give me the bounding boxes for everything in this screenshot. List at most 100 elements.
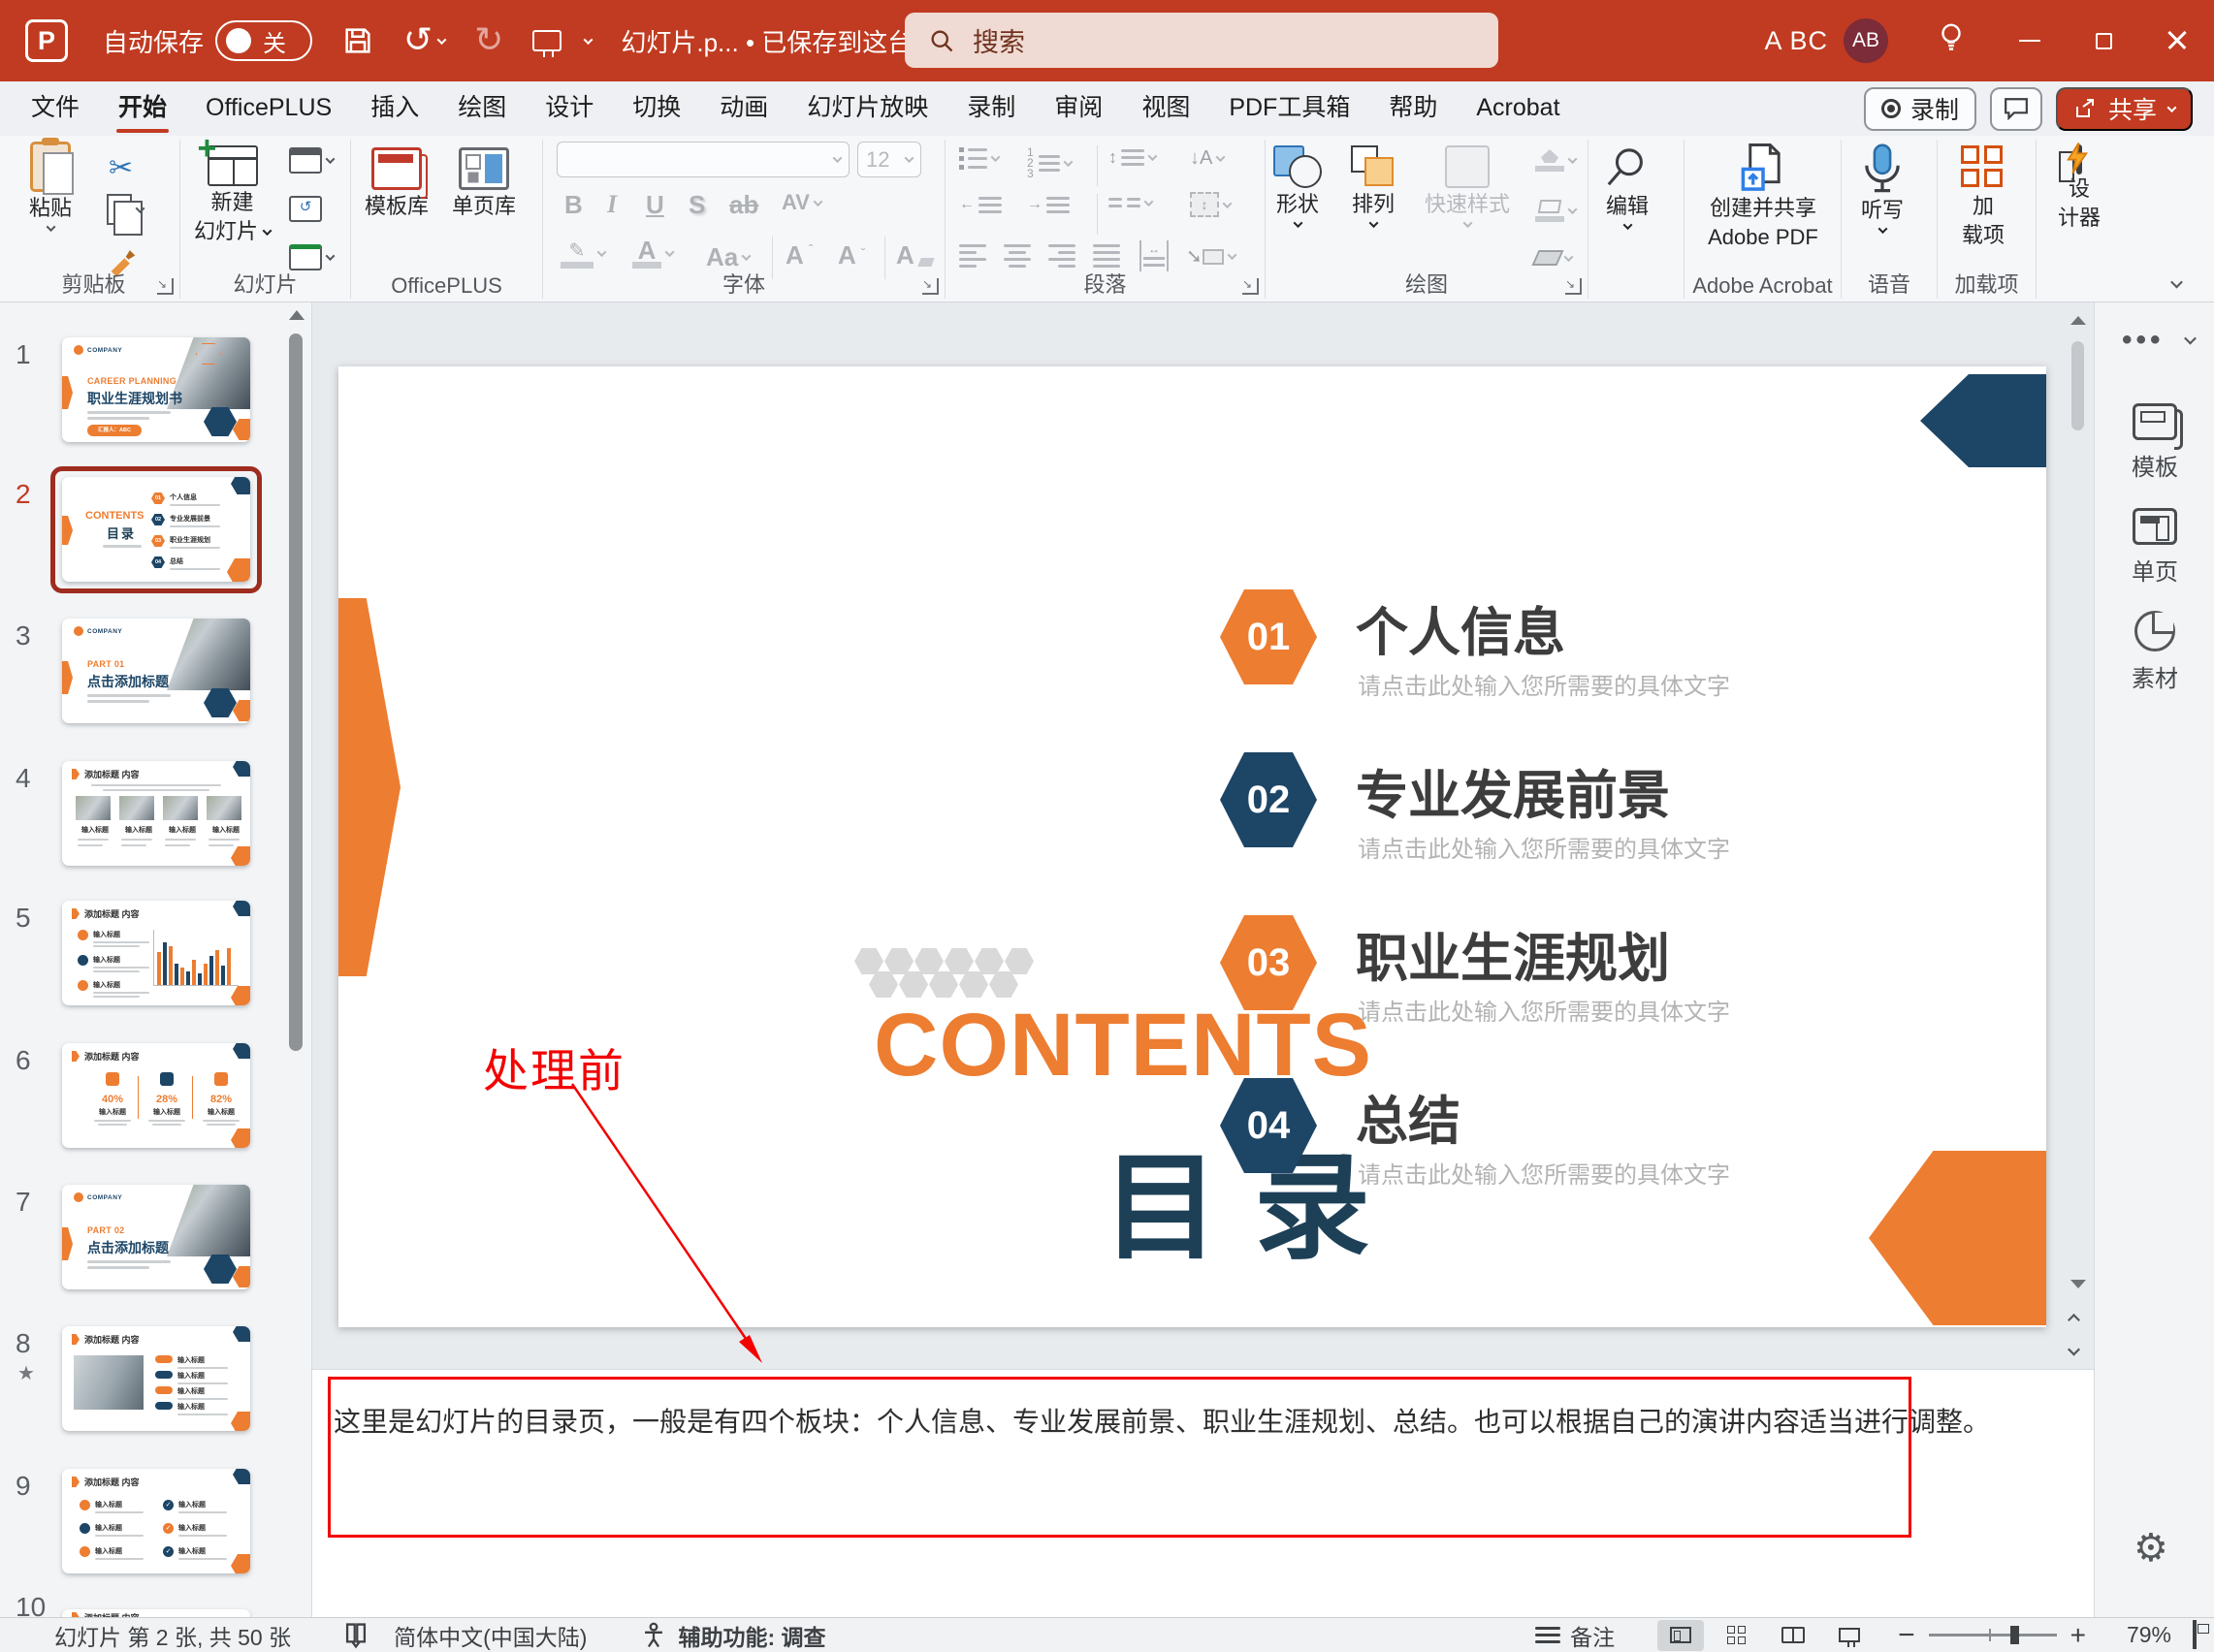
- quick-access-overflow[interactable]: [585, 38, 592, 45]
- search-input[interactable]: 搜索: [905, 13, 1498, 68]
- tab-review[interactable]: 审阅: [1035, 81, 1122, 136]
- convert-smartart-button[interactable]: ➘: [1186, 244, 1235, 269]
- slide-thumbnail-2[interactable]: CONTENTS 目录 01个人信息 02专业发展前景 03职业生涯规划 04总…: [62, 477, 250, 582]
- more-options-button[interactable]: •••: [2122, 324, 2165, 357]
- slide-layout-button[interactable]: [289, 147, 334, 174]
- reading-view-button[interactable]: [1770, 1620, 1816, 1651]
- accessibility-button[interactable]: [641, 1622, 666, 1649]
- avatar[interactable]: AB: [1844, 18, 1888, 63]
- tab-view[interactable]: 视图: [1122, 81, 1209, 136]
- undo-button[interactable]: ↺: [403, 23, 445, 58]
- justify-button[interactable]: [1093, 244, 1120, 268]
- align-right-button[interactable]: [1048, 244, 1075, 268]
- edit-button[interactable]: 编辑: [1604, 145, 1651, 230]
- collapse-ribbon-button[interactable]: [2170, 276, 2183, 289]
- grow-font-button[interactable]: Aˆ: [786, 240, 813, 270]
- notes-toggle[interactable]: 备注: [1535, 1619, 1615, 1652]
- align-left-button[interactable]: [959, 244, 986, 268]
- copy-button[interactable]: [107, 194, 144, 225]
- slideshow-view-button[interactable]: [1826, 1620, 1873, 1651]
- eraser-button[interactable]: [1535, 250, 1572, 266]
- scroll-up-arrow[interactable]: [2070, 316, 2086, 325]
- shape-fill-button[interactable]: [1535, 149, 1576, 172]
- scrollbar-thumb[interactable]: [289, 334, 303, 1051]
- tab-officeplus[interactable]: OfficePLUS: [186, 81, 351, 136]
- slide-thumbnail-8[interactable]: 添加标题 内容 输入标题 输入标题 输入标题 输入标题: [62, 1326, 250, 1431]
- normal-view-button[interactable]: [1657, 1620, 1704, 1651]
- slide-thumbnail-10[interactable]: 添加标题 内容: [62, 1609, 250, 1617]
- reset-slide-button[interactable]: ↺: [289, 196, 322, 222]
- quick-styles-button[interactable]: 快速样式: [1425, 145, 1510, 228]
- toc-item-1[interactable]: 01 个人信息 请点击此处输入您所需要的具体文字: [1220, 589, 1996, 735]
- save-button[interactable]: [341, 24, 374, 57]
- create-share-adobe-pdf-button[interactable]: 创建并共享Adobe PDF: [1700, 143, 1826, 250]
- tab-transitions[interactable]: 切换: [613, 81, 700, 136]
- thumbnail-scrollbar[interactable]: [287, 302, 306, 1617]
- settings-gear-icon[interactable]: ⚙: [2134, 1526, 2168, 1571]
- tab-design[interactable]: 设计: [526, 81, 613, 136]
- numbering-button[interactable]: 123: [1027, 147, 1072, 179]
- shrink-font-button[interactable]: Aˇ: [838, 240, 865, 270]
- zoom-slider[interactable]: [1929, 1634, 2057, 1636]
- paste-button[interactable]: 粘贴: [29, 142, 72, 232]
- slide-thumbnail-6[interactable]: 添加标题 内容 40% 输入标题 28% 输入标题 82% 输入标题: [62, 1043, 250, 1148]
- text-shadow-button[interactable]: S: [689, 190, 705, 220]
- comments-button[interactable]: [1990, 87, 2042, 131]
- slide-thumbnail-4[interactable]: 添加标题 内容 输入标题 输入标题 输入标题 输入标题: [62, 761, 250, 866]
- slide-thumbnail-3[interactable]: COMPANY PART 01 点击添加标题: [62, 619, 250, 723]
- minimize-button[interactable]: [1993, 0, 2067, 81]
- tab-insert[interactable]: 插入: [351, 81, 438, 136]
- tab-help[interactable]: 帮助: [1369, 81, 1457, 136]
- align-center-button[interactable]: [1004, 244, 1031, 268]
- template-library-button[interactable]: 模板库: [365, 147, 429, 219]
- line-spacing-button[interactable]: ↕: [1108, 147, 1156, 168]
- next-slide-button[interactable]: [2070, 1342, 2078, 1360]
- bullets-button[interactable]: [959, 147, 999, 170]
- maximize-button[interactable]: [2067, 0, 2140, 81]
- tab-file[interactable]: 文件: [12, 81, 99, 136]
- font-dialog-launcher[interactable]: ↘: [922, 278, 939, 295]
- close-button[interactable]: [2140, 0, 2214, 81]
- spell-check-button[interactable]: [343, 1622, 369, 1649]
- font-size-combobox[interactable]: 12: [857, 142, 921, 177]
- redo-button[interactable]: ↻: [474, 23, 503, 58]
- designer-button[interactable]: 设计器: [2058, 147, 2101, 231]
- font-name-combobox[interactable]: [557, 142, 850, 177]
- editor-scrollbar[interactable]: [2068, 302, 2089, 1369]
- tab-record[interactable]: 录制: [947, 81, 1035, 136]
- powerpoint-logo-icon[interactable]: P: [25, 19, 68, 62]
- slide-thumbnail-1[interactable]: COMPANY CAREER PLANNING 职业生涯规划书 汇报人：ABC: [62, 337, 250, 442]
- drawing-dialog-launcher[interactable]: ↘: [1565, 278, 1582, 295]
- new-slide-button[interactable]: + 新建 幻灯片: [194, 145, 271, 244]
- underline-button[interactable]: U: [646, 190, 664, 220]
- collapse-sidebar-button[interactable]: [2184, 333, 2197, 345]
- presence-initials[interactable]: A BC: [1764, 26, 1828, 56]
- sidebar-item-assets[interactable]: 素材: [2095, 611, 2214, 693]
- tell-me-button[interactable]: [1937, 22, 1966, 60]
- tab-animations[interactable]: 动画: [700, 81, 787, 136]
- fit-to-window-button[interactable]: [2193, 1622, 2197, 1648]
- slide-thumbnail-9[interactable]: 添加标题 内容 输入标题 输入标题 输入标题 ✓输入标题 ✓输入标题 ✓输入标题: [62, 1469, 250, 1573]
- zoom-out-button[interactable]: −: [1898, 1626, 1915, 1645]
- sidebar-item-templates[interactable]: 模板: [2095, 403, 2214, 482]
- clipboard-dialog-launcher[interactable]: ↘: [157, 278, 174, 295]
- sidebar-item-single-page[interactable]: 单页: [2095, 508, 2214, 587]
- bold-button[interactable]: B: [564, 190, 583, 220]
- text-direction-button[interactable]: ↓A: [1190, 147, 1224, 170]
- slide-counter[interactable]: 幻灯片 第 2 张, 共 50 张: [54, 1619, 291, 1652]
- tab-draw[interactable]: 绘图: [438, 81, 526, 136]
- paragraph-dialog-launcher[interactable]: ↘: [1242, 278, 1259, 295]
- increase-indent-button[interactable]: →: [1027, 196, 1070, 213]
- tab-slideshow[interactable]: 幻灯片放映: [787, 81, 947, 136]
- present-button[interactable]: [532, 30, 562, 51]
- zoom-in-button[interactable]: +: [2070, 1626, 2086, 1645]
- toc-item-4[interactable]: 04 总结 请点击此处输入您所需要的具体文字: [1220, 1078, 1996, 1223]
- scroll-down-arrow[interactable]: [2070, 1280, 2086, 1288]
- strikethrough-button[interactable]: ab: [729, 190, 758, 220]
- scrollbar-thumb[interactable]: [2071, 341, 2084, 430]
- previous-slide-button[interactable]: [2070, 1311, 2078, 1329]
- autosave-toggle[interactable]: 关: [215, 20, 312, 61]
- toc-item-3[interactable]: 03 职业生涯规划 请点击此处输入您所需要的具体文字: [1220, 915, 1996, 1061]
- columns-button[interactable]: [1108, 198, 1152, 207]
- zoom-level[interactable]: 79%: [2109, 1622, 2171, 1648]
